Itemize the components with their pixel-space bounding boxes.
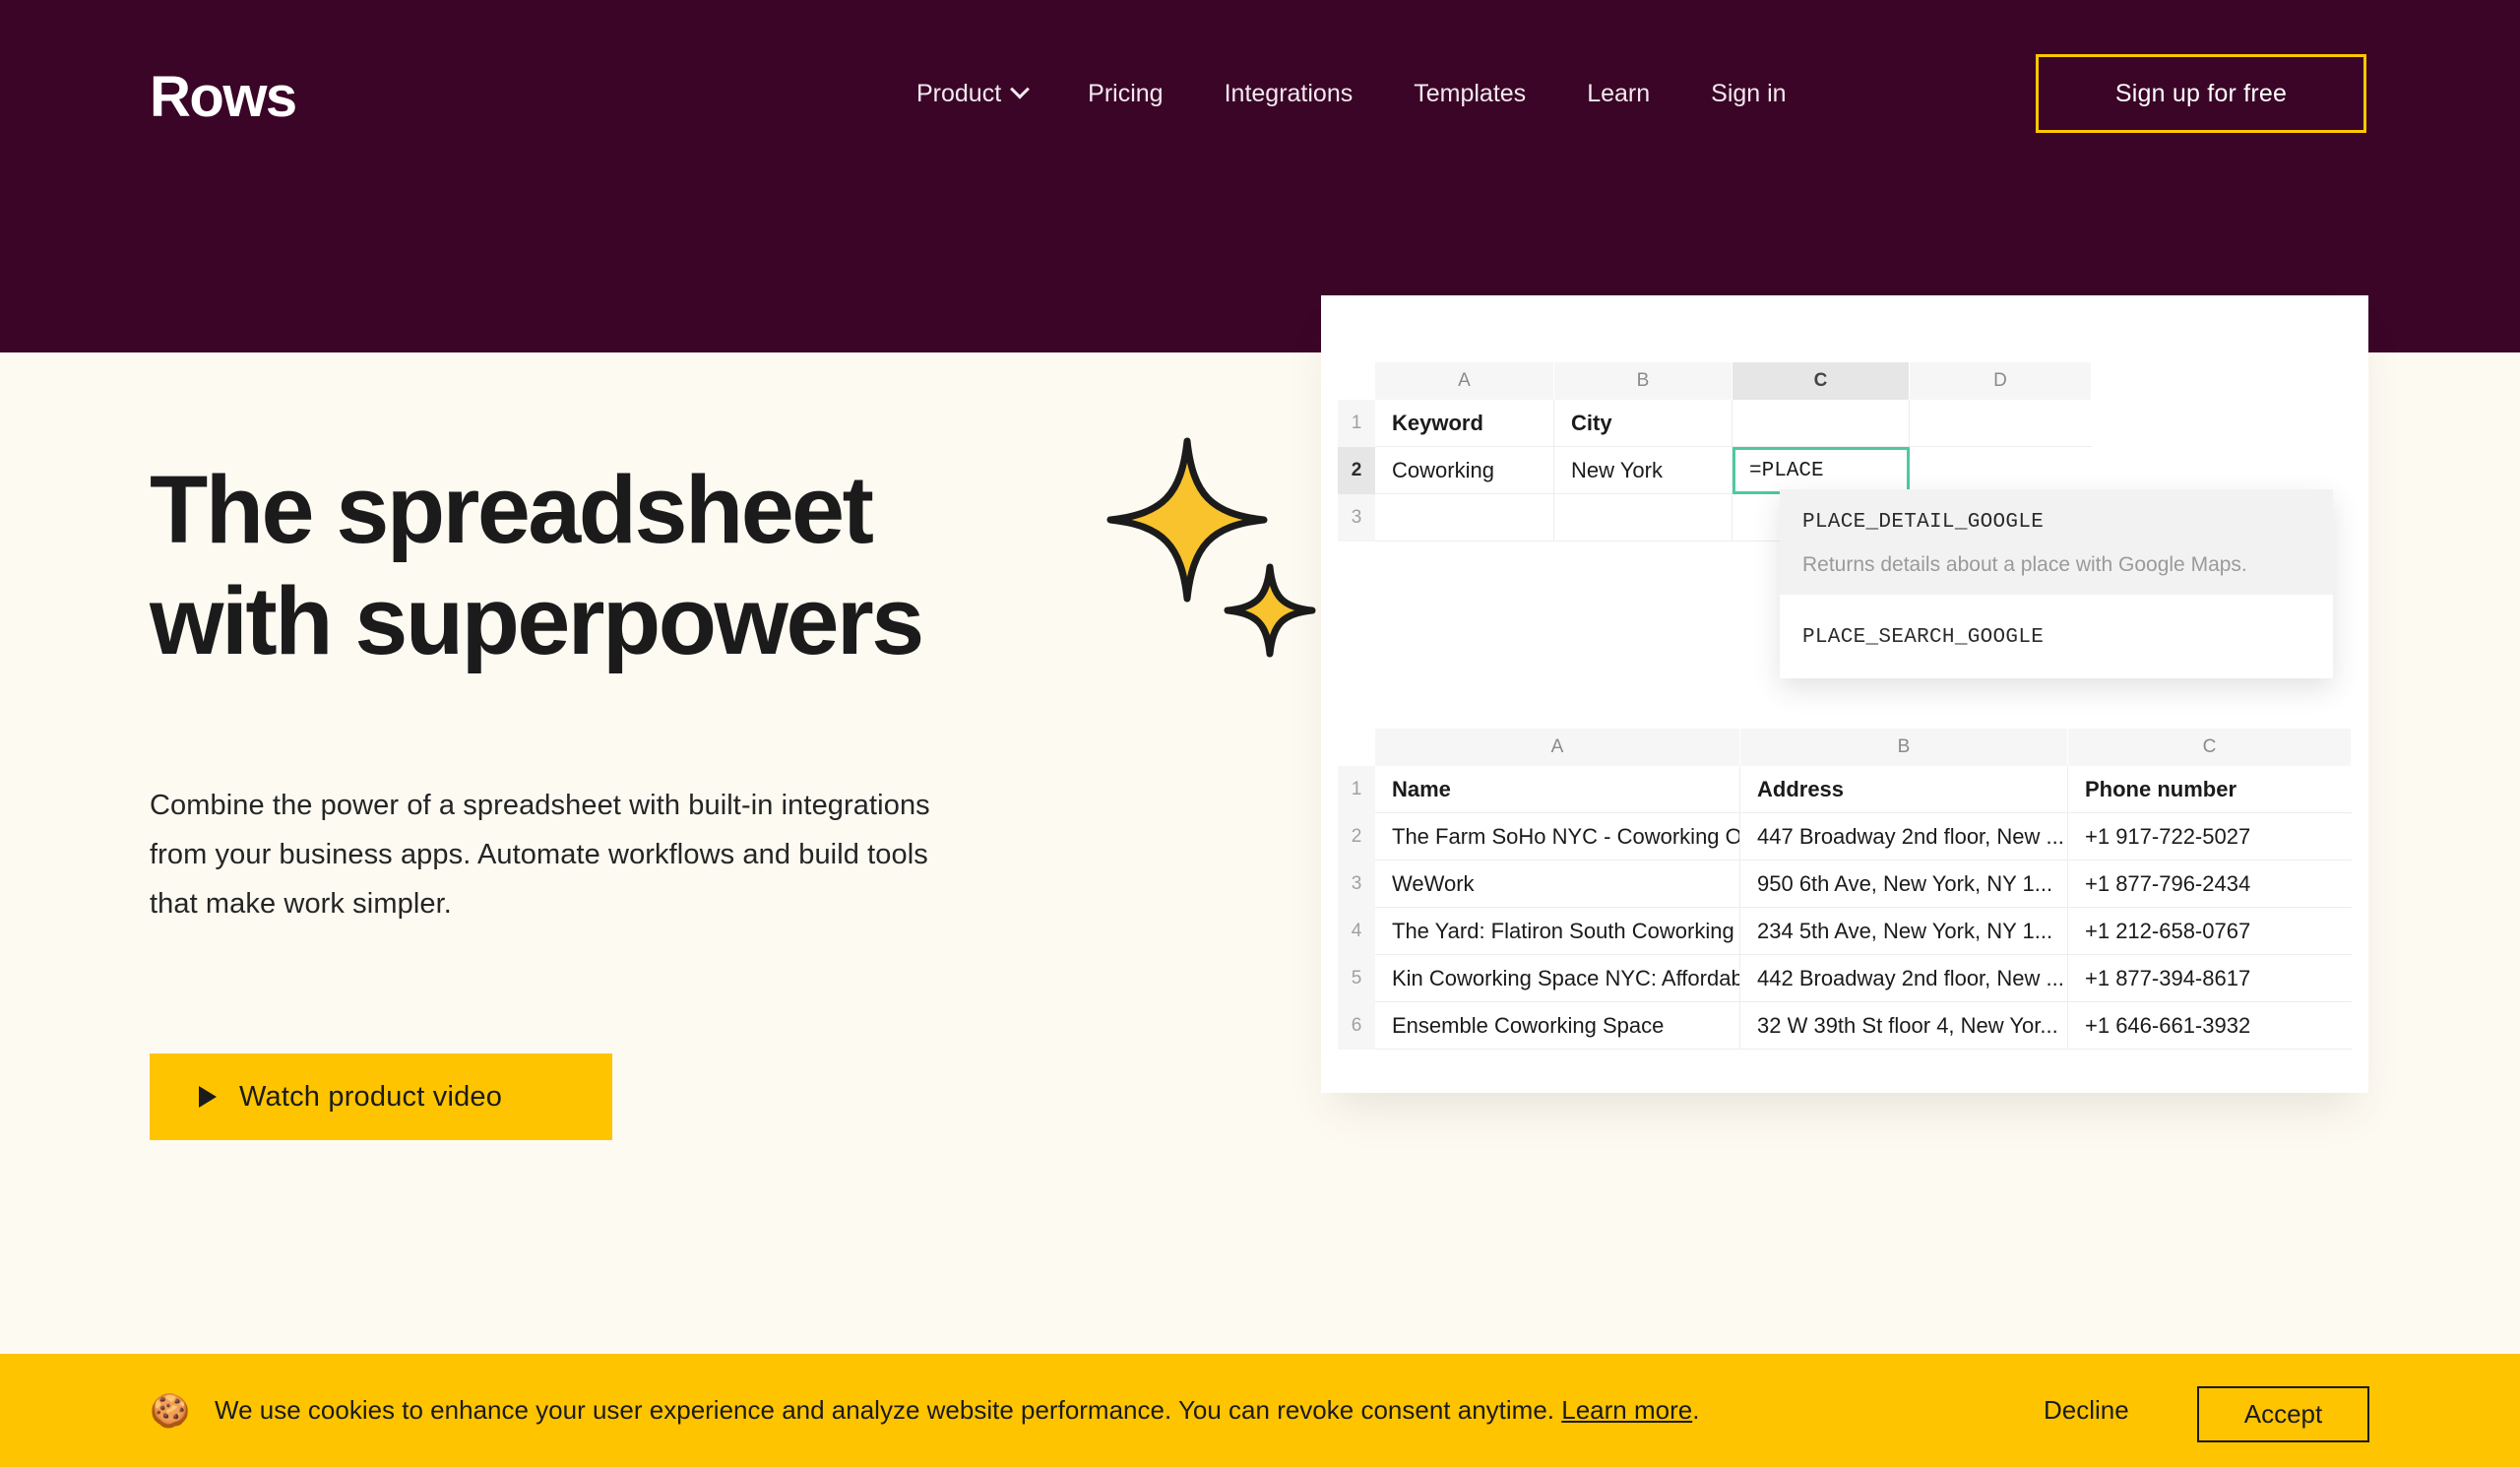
results-column-header-c[interactable]: C [2068,729,2352,766]
column-header-a[interactable]: A [1375,362,1554,400]
nav-item-templates[interactable]: Templates [1383,77,1556,110]
cell-c1[interactable] [1732,400,1910,447]
cookie-consent-banner: 🍪 We use cookies to enhance your user ex… [0,1354,2520,1467]
cookie-banner-text: We use cookies to enhance your user expe… [215,1395,1699,1426]
table-row: 2 The Farm SoHo NYC - Coworking Offi... … [1338,813,2352,861]
results-sheet-column-headers: A B C [1375,729,2352,766]
table-row: 6 Ensemble Coworking Space 32 W 39th St … [1338,1002,2352,1050]
cell-a3[interactable] [1375,494,1554,542]
decline-cookies-button[interactable]: Decline [2044,1395,2129,1426]
accept-cookies-button[interactable]: Accept [2197,1386,2369,1442]
results-cell-phone-6[interactable]: +1 646-661-3932 [2068,1002,2352,1050]
table-row: 4 The Yard: Flatiron South Coworking ...… [1338,908,2352,955]
nav-item-product-label: Product [916,80,1002,107]
cookie-banner-message: We use cookies to enhance your user expe… [215,1395,1562,1425]
cell-d2[interactable] [1910,447,2092,494]
chevron-down-icon [1010,79,1031,99]
formula-autocomplete-dropdown: PLACE_DETAIL_GOOGLE Returns details abou… [1780,489,2333,678]
formula-sheet-column-headers: A B C D [1375,362,2092,400]
autocomplete-option-name: PLACE_DETAIL_GOOGLE [1802,511,2045,534]
results-row-label-2[interactable]: 2 [1338,813,1375,861]
cell-a1[interactable]: Keyword [1375,400,1554,447]
results-cell-address-5[interactable]: 442 Broadway 2nd floor, New ... [1740,955,2068,1002]
cell-a2[interactable]: Coworking [1375,447,1554,494]
landing-page: Rows Product Pricing Integrations Templa… [0,0,2520,1467]
results-cell-address-4[interactable]: 234 5th Ave, New York, NY 1... [1740,908,2068,955]
watch-product-video-label: Watch product video [239,1080,503,1113]
column-header-c[interactable]: C [1732,362,1910,400]
results-header-name[interactable]: Name [1375,766,1740,813]
cookie-banner-period: . [1692,1395,1700,1425]
learn-more-link[interactable]: Learn more [1561,1395,1692,1425]
results-cell-name-4[interactable]: The Yard: Flatiron South Coworking ... [1375,908,1740,955]
results-row-label-1[interactable]: 1 [1338,766,1375,813]
autocomplete-option-place-detail-google[interactable]: PLACE_DETAIL_GOOGLE Returns details abou… [1780,489,2333,595]
row-label-1[interactable]: 1 [1338,400,1375,447]
sparkle-icon [1106,437,1316,658]
results-cell-name-5[interactable]: Kin Coworking Space NYC: Affordab... [1375,955,1740,1002]
main-navigation: Product Pricing Integrations Templates L… [886,77,1817,110]
table-header-row: 1 Name Address Phone number [1338,766,2352,813]
results-cell-name-6[interactable]: Ensemble Coworking Space [1375,1002,1740,1050]
nav-item-sign-in-label: Sign in [1711,80,1787,107]
cell-b3[interactable] [1554,494,1732,542]
sign-up-button[interactable]: Sign up for free [2036,54,2366,133]
table-row: 2 Coworking New York =PLACE [1338,447,2092,494]
nav-item-integrations-label: Integrations [1224,80,1354,107]
results-cell-phone-2[interactable]: +1 917-722-5027 [2068,813,2352,861]
results-header-phone[interactable]: Phone number [2068,766,2352,813]
play-triangle-icon [199,1086,217,1108]
results-cell-address-3[interactable]: 950 6th Ave, New York, NY 1... [1740,861,2068,908]
cell-b2[interactable]: New York [1554,447,1732,494]
results-column-header-b[interactable]: B [1740,729,2068,766]
rows-logo[interactable]: Rows [150,69,297,126]
results-row-label-6[interactable]: 6 [1338,1002,1375,1050]
results-row-label-3[interactable]: 3 [1338,861,1375,908]
results-row-label-4[interactable]: 4 [1338,908,1375,955]
autocomplete-option-description: Returns details about a place with Googl… [1802,553,2247,576]
nav-item-pricing-label: Pricing [1088,80,1164,107]
results-row-label-5[interactable]: 5 [1338,955,1375,1002]
row-label-2[interactable]: 2 [1338,447,1375,494]
row-label-3[interactable]: 3 [1338,494,1375,542]
table-row: 3 WeWork 950 6th Ave, New York, NY 1... … [1338,861,2352,908]
table-row: 5 Kin Coworking Space NYC: Affordab... 4… [1338,955,2352,1002]
nav-item-product[interactable]: Product [886,77,1057,110]
table-row: 1 Keyword City [1338,400,2092,447]
cell-d1[interactable] [1910,400,2092,447]
nav-item-integrations[interactable]: Integrations [1194,77,1384,110]
cell-b1[interactable]: City [1554,400,1732,447]
results-cell-address-6[interactable]: 32 W 39th St floor 4, New Yor... [1740,1002,2068,1050]
autocomplete-option-place-search-google[interactable]: PLACE_SEARCH_GOOGLE [1780,595,2333,678]
results-cell-name-3[interactable]: WeWork [1375,861,1740,908]
cookie-icon: 🍪 [150,1392,191,1429]
results-cell-phone-5[interactable]: +1 877-394-8617 [2068,955,2352,1002]
results-header-address[interactable]: Address [1740,766,2068,813]
watch-product-video-button[interactable]: Watch product video [150,1053,612,1140]
cell-c2-formula-input[interactable]: =PLACE [1732,447,1910,494]
results-cell-name-2[interactable]: The Farm SoHo NYC - Coworking Offi... [1375,813,1740,861]
nav-item-learn-label: Learn [1587,80,1651,107]
nav-item-pricing[interactable]: Pricing [1057,77,1193,110]
results-column-header-a[interactable]: A [1375,729,1740,766]
column-header-b[interactable]: B [1554,362,1732,400]
page-title-line-2: with superpowers [150,566,924,674]
hero-description: Combine the power of a spreadsheet with … [150,790,930,920]
results-cell-phone-3[interactable]: +1 877-796-2434 [2068,861,2352,908]
nav-item-templates-label: Templates [1414,80,1527,107]
results-cell-phone-4[interactable]: +1 212-658-0767 [2068,908,2352,955]
nav-item-learn[interactable]: Learn [1556,77,1680,110]
nav-item-sign-in[interactable]: Sign in [1680,77,1816,110]
column-header-d[interactable]: D [1910,362,2092,400]
spreadsheet-mockup-card: A B C D 1 Keyword City 2 Coworking New Y… [1321,295,2368,1093]
page-title-line-1: The spreadsheet [150,456,874,563]
results-cell-address-2[interactable]: 447 Broadway 2nd floor, New ... [1740,813,2068,861]
autocomplete-option-name: PLACE_SEARCH_GOOGLE [1802,626,2045,649]
